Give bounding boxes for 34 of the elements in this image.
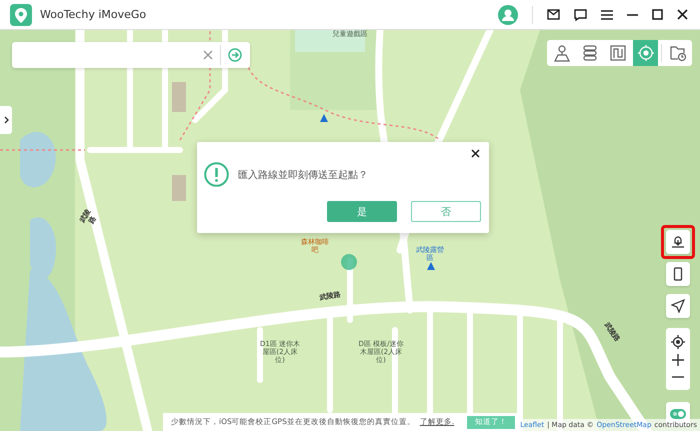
tent-icon	[320, 114, 328, 122]
navigate-button[interactable]	[666, 294, 690, 318]
crosshair-icon	[636, 44, 654, 62]
exclamation-icon	[204, 162, 229, 187]
zoom-in-icon[interactable]	[672, 354, 684, 366]
building-marker	[172, 82, 186, 112]
import-button[interactable]	[666, 230, 690, 254]
location-marker[interactable]	[341, 254, 357, 270]
tent-icon	[427, 262, 435, 270]
maximize-icon[interactable]	[652, 9, 663, 20]
app-logo-icon	[10, 4, 32, 26]
dialog-message: 匯入路線並即刻傳送至起點？	[238, 168, 368, 182]
device-button[interactable]	[666, 262, 690, 286]
mail-icon[interactable]	[547, 9, 560, 20]
download-icon	[671, 235, 685, 249]
building-marker	[172, 175, 186, 201]
search-field[interactable]	[12, 42, 250, 68]
phone-icon	[671, 267, 685, 281]
chevron-icon	[4, 116, 8, 124]
window-title: WooTechy iMoveGo	[40, 8, 146, 21]
map-pin-icon	[552, 44, 570, 62]
chat-icon[interactable]	[574, 8, 587, 20]
stacked-bars-icon	[580, 44, 598, 62]
cancel-button[interactable]: 否	[411, 201, 481, 222]
confirm-button[interactable]: 是	[327, 201, 397, 222]
close-icon[interactable]	[471, 149, 480, 158]
menu-icon[interactable]	[601, 10, 613, 20]
clear-icon[interactable]	[203, 50, 213, 60]
route-icon	[608, 44, 626, 62]
expand-sidebar-button[interactable]	[0, 106, 12, 134]
close-icon[interactable]	[677, 9, 688, 20]
arrow-icon	[671, 299, 685, 313]
locate-icon[interactable]	[671, 334, 685, 349]
folder-clock-icon	[668, 44, 686, 62]
